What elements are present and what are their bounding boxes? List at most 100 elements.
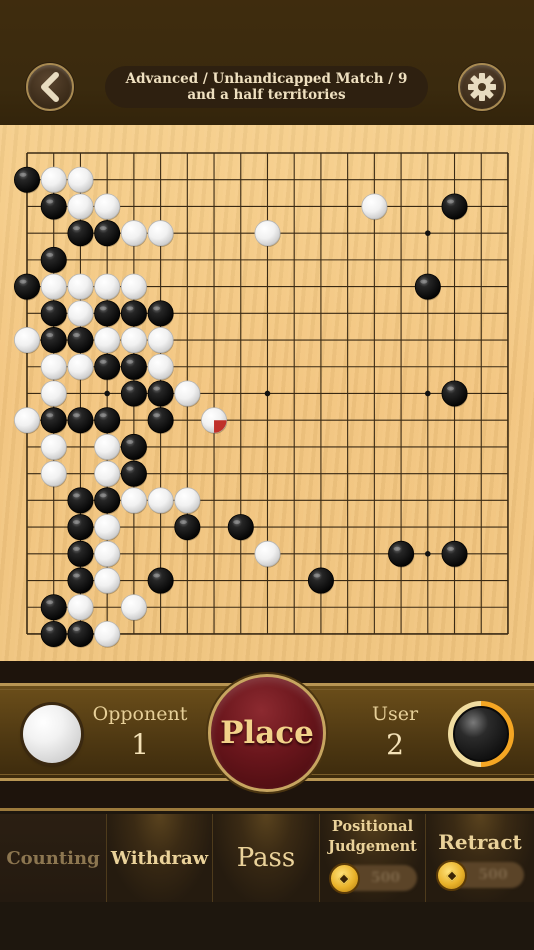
white-stone[interactable] bbox=[40, 460, 67, 488]
pass-button[interactable]: Pass bbox=[212, 814, 319, 902]
white-stone[interactable] bbox=[361, 193, 388, 221]
white-stone[interactable] bbox=[120, 220, 148, 247]
black-stone[interactable] bbox=[441, 380, 468, 408]
black-stone[interactable] bbox=[120, 353, 148, 381]
judgement-cost: 500 bbox=[328, 863, 417, 894]
white-stone[interactable] bbox=[174, 380, 201, 408]
opponent-stone-icon bbox=[23, 705, 81, 763]
black-stone[interactable] bbox=[94, 487, 121, 515]
bottom-toolbar: Counting Withdraw Pass Positional Judgem… bbox=[0, 808, 534, 950]
star-point bbox=[425, 390, 431, 397]
pass-label: Pass bbox=[236, 843, 296, 873]
white-stone[interactable] bbox=[174, 487, 201, 515]
white-stone[interactable] bbox=[147, 220, 174, 247]
white-stone[interactable] bbox=[67, 300, 94, 328]
white-stone[interactable] bbox=[254, 220, 281, 247]
black-stone[interactable] bbox=[40, 620, 67, 648]
white-stone[interactable] bbox=[67, 193, 94, 221]
black-stone[interactable] bbox=[40, 246, 67, 274]
black-stone[interactable] bbox=[307, 567, 335, 595]
black-stone[interactable] bbox=[147, 407, 174, 434]
black-stone[interactable] bbox=[120, 380, 148, 408]
black-stone[interactable] bbox=[94, 353, 121, 381]
white-stone[interactable] bbox=[67, 273, 94, 301]
user-capture-count: 2 bbox=[386, 728, 404, 761]
black-stone[interactable] bbox=[441, 540, 468, 568]
black-stone[interactable] bbox=[13, 166, 41, 194]
black-stone[interactable] bbox=[67, 220, 94, 247]
white-stone[interactable] bbox=[120, 273, 148, 301]
black-stone[interactable] bbox=[67, 327, 94, 354]
white-stone[interactable] bbox=[120, 594, 148, 622]
white-stone[interactable] bbox=[94, 460, 121, 488]
white-stone[interactable] bbox=[120, 327, 148, 354]
white-stone[interactable] bbox=[40, 433, 67, 461]
white-stone[interactable] bbox=[147, 487, 174, 515]
white-stone[interactable] bbox=[40, 273, 67, 301]
back-button[interactable] bbox=[26, 63, 74, 111]
black-stone[interactable] bbox=[67, 514, 94, 541]
black-stone[interactable] bbox=[67, 620, 94, 648]
retract-button[interactable]: Retract 500 bbox=[425, 814, 534, 902]
black-stone[interactable] bbox=[147, 380, 174, 408]
black-stone[interactable] bbox=[67, 487, 94, 515]
white-stone[interactable] bbox=[67, 594, 94, 622]
white-stone[interactable] bbox=[147, 353, 174, 381]
white-stone[interactable] bbox=[40, 353, 67, 381]
opponent-label: Opponent bbox=[92, 703, 188, 725]
white-stone[interactable] bbox=[120, 487, 148, 515]
black-stone[interactable] bbox=[441, 193, 468, 221]
black-stone[interactable] bbox=[67, 407, 94, 434]
black-stone[interactable] bbox=[94, 220, 121, 247]
white-stone[interactable] bbox=[67, 353, 94, 381]
black-stone[interactable] bbox=[388, 540, 415, 568]
white-stone[interactable] bbox=[147, 327, 174, 354]
black-stone[interactable] bbox=[120, 433, 148, 461]
go-board[interactable] bbox=[0, 125, 534, 661]
black-stone[interactable] bbox=[414, 273, 441, 301]
star-point bbox=[104, 390, 110, 397]
match-title: Advanced / Unhandicapped Match / 9 and a… bbox=[105, 66, 428, 108]
black-stone[interactable] bbox=[174, 514, 201, 541]
white-stone[interactable] bbox=[13, 327, 41, 354]
white-stone[interactable] bbox=[13, 407, 41, 434]
white-stone[interactable] bbox=[94, 620, 121, 648]
black-stone[interactable] bbox=[147, 300, 174, 328]
white-stone[interactable] bbox=[94, 540, 121, 568]
white-stone[interactable] bbox=[94, 514, 121, 541]
black-stone[interactable] bbox=[94, 407, 121, 434]
black-stone[interactable] bbox=[13, 273, 41, 301]
white-stone[interactable] bbox=[40, 380, 67, 408]
place-button[interactable]: Place bbox=[208, 674, 326, 792]
white-stone[interactable] bbox=[40, 166, 67, 194]
black-stone[interactable] bbox=[67, 567, 94, 595]
black-stone[interactable] bbox=[40, 594, 67, 622]
white-stone[interactable] bbox=[94, 193, 121, 221]
black-stone[interactable] bbox=[40, 193, 67, 221]
white-stone[interactable] bbox=[67, 166, 94, 194]
star-point bbox=[264, 390, 271, 397]
white-stone[interactable] bbox=[94, 567, 121, 595]
black-stone[interactable] bbox=[227, 514, 254, 541]
settings-button[interactable] bbox=[458, 63, 506, 111]
black-stone[interactable] bbox=[120, 300, 148, 328]
black-stone[interactable] bbox=[67, 540, 94, 568]
black-stone[interactable] bbox=[40, 300, 67, 328]
withdraw-button[interactable]: Withdraw bbox=[106, 814, 212, 902]
positional-judgement-label: Positional Judgement bbox=[328, 817, 417, 857]
coin-icon bbox=[328, 863, 360, 894]
black-stone[interactable] bbox=[147, 567, 174, 595]
white-stone[interactable] bbox=[94, 273, 121, 301]
positional-judgement-button[interactable]: Positional Judgement 500 bbox=[319, 814, 425, 902]
black-stone[interactable] bbox=[40, 327, 67, 354]
black-stone[interactable] bbox=[120, 460, 148, 488]
white-stone[interactable] bbox=[94, 433, 121, 461]
last-move-marker bbox=[214, 420, 227, 433]
counting-button[interactable]: Counting bbox=[0, 814, 106, 902]
withdraw-label: Withdraw bbox=[110, 847, 209, 869]
white-stone[interactable] bbox=[254, 540, 281, 568]
board-canvas[interactable] bbox=[0, 125, 534, 661]
black-stone[interactable] bbox=[94, 300, 121, 328]
white-stone[interactable] bbox=[94, 327, 121, 354]
black-stone[interactable] bbox=[40, 407, 67, 434]
